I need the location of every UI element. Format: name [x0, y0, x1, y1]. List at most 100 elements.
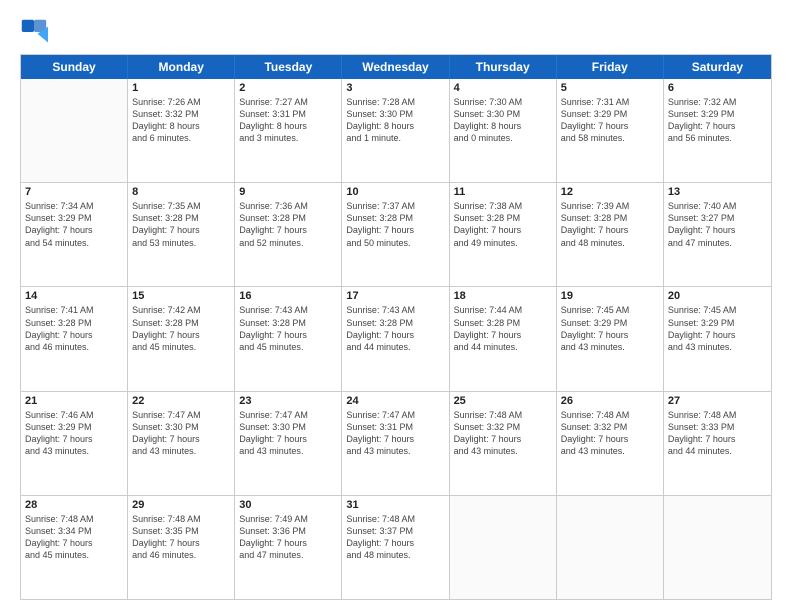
cell-line: Sunset: 3:30 PM: [346, 108, 444, 120]
cal-cell: 5Sunrise: 7:31 AMSunset: 3:29 PMDaylight…: [557, 79, 664, 182]
day-number: 25: [454, 395, 552, 407]
day-number: 28: [25, 499, 123, 511]
day-number: 30: [239, 499, 337, 511]
cal-cell: 22Sunrise: 7:47 AMSunset: 3:30 PMDayligh…: [128, 392, 235, 495]
cell-line: Sunrise: 7:26 AM: [132, 96, 230, 108]
day-number: 16: [239, 290, 337, 302]
cal-week-1: 1 Sunrise: 7:26 AMSunset: 3:32 PM Daylight…: [21, 79, 771, 183]
day-number: 20: [668, 290, 767, 302]
cell-line: Daylight: 7 hours: [561, 224, 659, 236]
cell-line: Sunset: 3:28 PM: [346, 317, 444, 329]
day-number: 1: [132, 82, 230, 94]
cell-line: and 43 minutes.: [25, 445, 123, 457]
cal-cell: 20 Sunrise: 7:45 AMSunset: 3:29 PMDayligh…: [664, 287, 771, 390]
cell-line: Sunset: 3:28 PM: [239, 317, 337, 329]
cal-cell: 23Sunrise: 7:47 AMSunset: 3:30 PMDayligh…: [235, 392, 342, 495]
cell-line: Sunrise: 7:36 AM: [239, 200, 337, 212]
cell-line: Sunrise: 7:42 AM: [132, 304, 230, 316]
cal-cell: 15Sunrise: 7:42 AMSunset: 3:28 PMDayligh…: [128, 287, 235, 390]
cell-line: and 52 minutes.: [239, 237, 337, 249]
cell-line: Daylight: 7 hours: [668, 433, 767, 445]
cell-line: Sunrise: 7:45 AM: [668, 304, 767, 316]
cell-line: Sunrise: 7:39 AM: [561, 200, 659, 212]
cell-line: Sunrise: 7:48 AM: [454, 409, 552, 421]
cell-line: Sunrise: 7:27 AM: [239, 96, 337, 108]
cal-cell: 3Sunrise: 7:28 AMSunset: 3:30 PMDaylight…: [342, 79, 449, 182]
cal-cell: 9Sunrise: 7:36 AMSunset: 3:28 PMDaylight…: [235, 183, 342, 286]
cell-line: and 43 minutes.: [561, 341, 659, 353]
cell-line: Sunrise: 7:48 AM: [25, 513, 123, 525]
cal-cell: 26Sunrise: 7:48 AMSunset: 3:32 PMDayligh…: [557, 392, 664, 495]
cell-line: Sunset: 3:32 PM: [132, 108, 230, 120]
cell-line: and 47 minutes.: [239, 549, 337, 561]
cell-line: Daylight: 7 hours: [454, 329, 552, 341]
cal-cell: 30Sunrise: 7:49 AMSunset: 3:36 PMDayligh…: [235, 496, 342, 599]
cal-cell: 16Sunrise: 7:43 AMSunset: 3:28 PMDayligh…: [235, 287, 342, 390]
cell-line: Daylight: 7 hours: [561, 329, 659, 341]
day-number: 6: [668, 82, 767, 94]
cell-line: Sunset: 3:34 PM: [25, 525, 123, 537]
cell-line: Sunset: 3:29 PM: [25, 212, 123, 224]
cell-line: Sunset: 3:35 PM: [132, 525, 230, 537]
cal-week-2: 7Sunrise: 7:34 AMSunset: 3:29 PMDaylight…: [21, 183, 771, 287]
cell-line: and 48 minutes.: [346, 549, 444, 561]
logo-icon: [20, 18, 48, 46]
cell-line: Daylight: 7 hours: [668, 329, 767, 341]
cell-line: Sunset: 3:29 PM: [25, 421, 123, 433]
cal-header-tuesday: Tuesday: [235, 55, 342, 79]
cell-line: Sunset: 3:30 PM: [454, 108, 552, 120]
cal-cell: 19Sunrise: 7:45 AMSunset: 3:29 PMDayligh…: [557, 287, 664, 390]
cell-line: Daylight: 7 hours: [346, 433, 444, 445]
cal-cell: [664, 496, 771, 599]
cell-line: Daylight: 7 hours: [132, 329, 230, 341]
cell-line: and 45 minutes.: [239, 341, 337, 353]
cal-cell: [21, 79, 128, 182]
cell-line: and 49 minutes.: [454, 237, 552, 249]
cell-line: Sunset: 3:30 PM: [132, 421, 230, 433]
day-number: 27: [668, 395, 767, 407]
cal-cell: 25Sunrise: 7:48 AMSunset: 3:32 PMDayligh…: [450, 392, 557, 495]
cal-cell: 13Sunrise: 7:40 AMSunset: 3:27 PMDayligh…: [664, 183, 771, 286]
cell-line: Sunset: 3:30 PM: [239, 421, 337, 433]
cell-line: Sunset: 3:28 PM: [25, 317, 123, 329]
cell-line: Sunrise: 7:41 AM: [25, 304, 123, 316]
cal-header-wednesday: Wednesday: [342, 55, 449, 79]
cell-line: and 45 minutes.: [132, 341, 230, 353]
cell-line: Sunrise: 7:28 AM: [346, 96, 444, 108]
cell-line: and 43 minutes.: [668, 341, 767, 353]
cell-line: Sunset: 3:28 PM: [454, 212, 552, 224]
calendar-header: SundayMondayTuesdayWednesdayThursdayFrid…: [21, 55, 771, 79]
cell-line: Daylight: 7 hours: [25, 433, 123, 445]
cal-cell: 12Sunrise: 7:39 AMSunset: 3:28 PMDayligh…: [557, 183, 664, 286]
calendar-body: 1 Sunrise: 7:26 AMSunset: 3:32 PM Daylight…: [21, 79, 771, 599]
cell-line: Daylight: 7 hours: [346, 329, 444, 341]
cell-line: Sunrise: 7:47 AM: [239, 409, 337, 421]
cell-line: Sunset: 3:28 PM: [346, 212, 444, 224]
cell-line: and 48 minutes.: [561, 237, 659, 249]
cell-line: Daylight: 8 hours: [346, 120, 444, 132]
day-number: 22: [132, 395, 230, 407]
cal-header-saturday: Saturday: [664, 55, 771, 79]
cal-cell: 2Sunrise: 7:27 AMSunset: 3:31 PMDaylight…: [235, 79, 342, 182]
day-number: 5: [561, 82, 659, 94]
day-number: 9: [239, 186, 337, 198]
cell-line: Sunrise: 7:47 AM: [346, 409, 444, 421]
cal-cell: 14Sunrise: 7:41 AMSunset: 3:28 PMDayligh…: [21, 287, 128, 390]
cell-line: Daylight: 7 hours: [239, 433, 337, 445]
day-number: 11: [454, 186, 552, 198]
cell-line: Sunrise: 7:44 AM: [454, 304, 552, 316]
calendar: SundayMondayTuesdayWednesdayThursdayFrid…: [20, 54, 772, 600]
cell-line: Sunset: 3:36 PM: [239, 525, 337, 537]
cal-cell: 1Sunrise: 7:26 AMSunset: 3:32 PMDaylight…: [128, 79, 235, 182]
cell-line: and 50 minutes.: [346, 237, 444, 249]
cell-line: Daylight: 7 hours: [346, 224, 444, 236]
cell-line: and 56 minutes.: [668, 132, 767, 144]
cell-line: Sunset: 3:28 PM: [132, 212, 230, 224]
day-number: 19: [561, 290, 659, 302]
logo: [20, 18, 52, 46]
cell-line: and 44 minutes.: [346, 341, 444, 353]
cal-cell: 24Sunrise: 7:47 AMSunset: 3:31 PMDayligh…: [342, 392, 449, 495]
cal-cell: 8Sunrise: 7:35 AMSunset: 3:28 PMDaylight…: [128, 183, 235, 286]
cell-line: Sunrise: 7:49 AM: [239, 513, 337, 525]
cell-line: Sunset: 3:29 PM: [668, 317, 767, 329]
